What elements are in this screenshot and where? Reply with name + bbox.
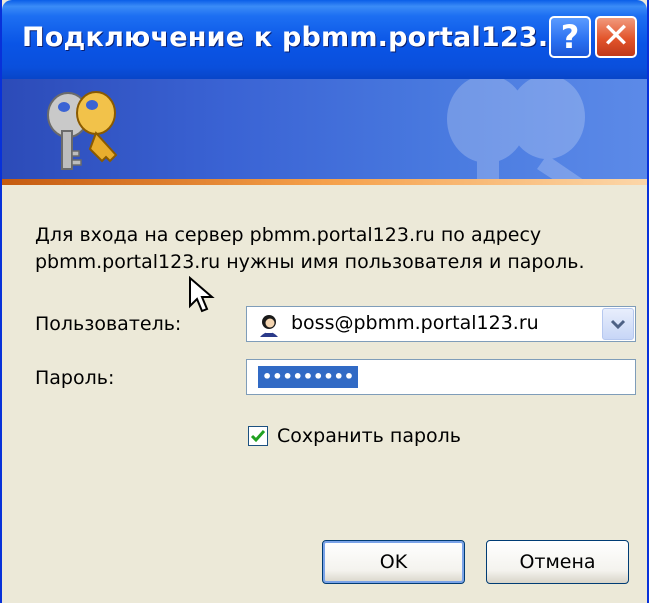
cancel-button[interactable]: Отмена	[486, 540, 629, 584]
window-title: Подключение к pbmm.portal123.ru	[22, 22, 582, 53]
remember-password-checkbox[interactable]	[248, 426, 268, 446]
banner	[2, 79, 647, 179]
help-button[interactable]: ?	[549, 16, 591, 58]
login-dialog: Подключение к pbmm.portal123.ru ? ✕ Для …	[0, 0, 649, 603]
dropdown-button[interactable]	[602, 308, 634, 340]
mouse-cursor-icon	[189, 276, 215, 313]
password-value: •••••••••	[258, 366, 359, 388]
banner-divider	[2, 179, 647, 185]
user-value: boss@pbmm.portal123.ru	[291, 312, 539, 334]
help-icon: ?	[560, 18, 580, 56]
user-label: Пользователь:	[35, 313, 182, 335]
login-prompt: Для входа на сервер pbmm.portal123.ru по…	[35, 224, 585, 273]
user-icon	[260, 315, 278, 337]
ok-button[interactable]: OK	[322, 540, 465, 584]
keys-icon	[47, 91, 118, 170]
user-combobox[interactable]: boss@pbmm.portal123.ru	[246, 306, 636, 342]
password-field[interactable]: •••••••••	[246, 359, 636, 395]
keys-watermark-icon	[447, 79, 585, 179]
close-icon: ✕	[601, 16, 631, 56]
close-button[interactable]: ✕	[595, 16, 637, 58]
checkmark-icon	[250, 430, 266, 443]
title-bar[interactable]: Подключение к pbmm.portal123.ru ? ✕	[2, 0, 647, 79]
chevron-down-icon	[610, 319, 626, 330]
remember-password-label[interactable]: Сохранить пароль	[277, 425, 461, 447]
password-label: Пароль:	[35, 367, 115, 389]
